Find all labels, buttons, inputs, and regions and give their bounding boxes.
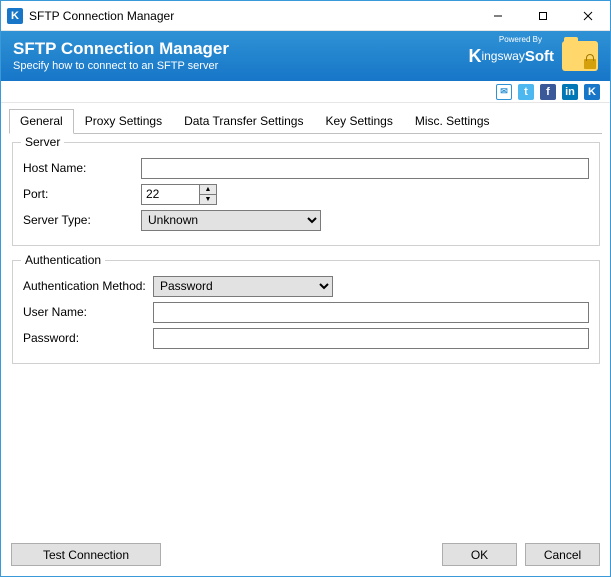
banner: SFTP Connection Manager Specify how to c… [1, 31, 610, 81]
social-row: ✉ t f in K [1, 81, 610, 103]
banner-subtitle: Specify how to connect to an SFTP server [13, 60, 229, 72]
test-connection-button[interactable]: Test Connection [11, 543, 161, 566]
powered-by-label: Powered By [499, 35, 542, 44]
window: K SFTP Connection Manager SFTP Connectio… [0, 0, 611, 577]
content-area: General Proxy Settings Data Transfer Set… [1, 103, 610, 537]
auth-method-select[interactable]: Password [153, 276, 333, 297]
maximize-button[interactable] [520, 1, 565, 30]
window-controls [475, 1, 610, 30]
cancel-button[interactable]: Cancel [525, 543, 600, 566]
password-input[interactable] [153, 328, 589, 349]
server-type-select[interactable]: Unknown [141, 210, 321, 231]
authentication-legend: Authentication [21, 253, 105, 267]
tab-misc-settings[interactable]: Misc. Settings [404, 109, 501, 134]
brand-logo: KingswaySoft [468, 46, 554, 67]
tab-data-transfer-settings[interactable]: Data Transfer Settings [173, 109, 314, 134]
auth-method-label: Authentication Method: [23, 279, 153, 293]
host-name-label: Host Name: [23, 161, 141, 175]
tab-body-general: Server Host Name: Port: ▲ ▼ [9, 134, 602, 529]
window-title: SFTP Connection Manager [29, 9, 475, 23]
twitter-icon[interactable]: t [518, 84, 534, 100]
user-name-input[interactable] [153, 302, 589, 323]
banner-title: SFTP Connection Manager [13, 40, 229, 59]
port-spin-down[interactable]: ▼ [200, 195, 216, 204]
tab-key-settings[interactable]: Key Settings [314, 109, 403, 134]
sftp-folder-icon [562, 41, 598, 71]
ok-button[interactable]: OK [442, 543, 517, 566]
port-input[interactable] [141, 184, 199, 205]
tab-general[interactable]: General [9, 109, 74, 134]
port-spinner: ▲ ▼ [141, 184, 219, 205]
facebook-icon[interactable]: f [540, 84, 556, 100]
tabs: General Proxy Settings Data Transfer Set… [9, 109, 602, 134]
minimize-button[interactable] [475, 1, 520, 30]
lock-icon [584, 59, 596, 69]
close-button[interactable] [565, 1, 610, 30]
port-label: Port: [23, 187, 141, 201]
host-name-input[interactable] [141, 158, 589, 179]
server-type-label: Server Type: [23, 213, 141, 227]
password-label: Password: [23, 331, 153, 345]
tab-proxy-settings[interactable]: Proxy Settings [74, 109, 173, 134]
mail-icon[interactable]: ✉ [496, 84, 512, 100]
port-spin-up[interactable]: ▲ [200, 185, 216, 195]
linkedin-icon[interactable]: in [562, 84, 578, 100]
user-name-label: User Name: [23, 305, 153, 319]
server-legend: Server [21, 135, 64, 149]
authentication-group: Authentication Authentication Method: Pa… [12, 260, 600, 364]
footer: Test Connection OK Cancel [1, 537, 610, 576]
server-group: Server Host Name: Port: ▲ ▼ [12, 142, 600, 246]
app-icon: K [7, 8, 23, 24]
titlebar: K SFTP Connection Manager [1, 1, 610, 31]
kingswaysoft-icon[interactable]: K [584, 84, 600, 100]
